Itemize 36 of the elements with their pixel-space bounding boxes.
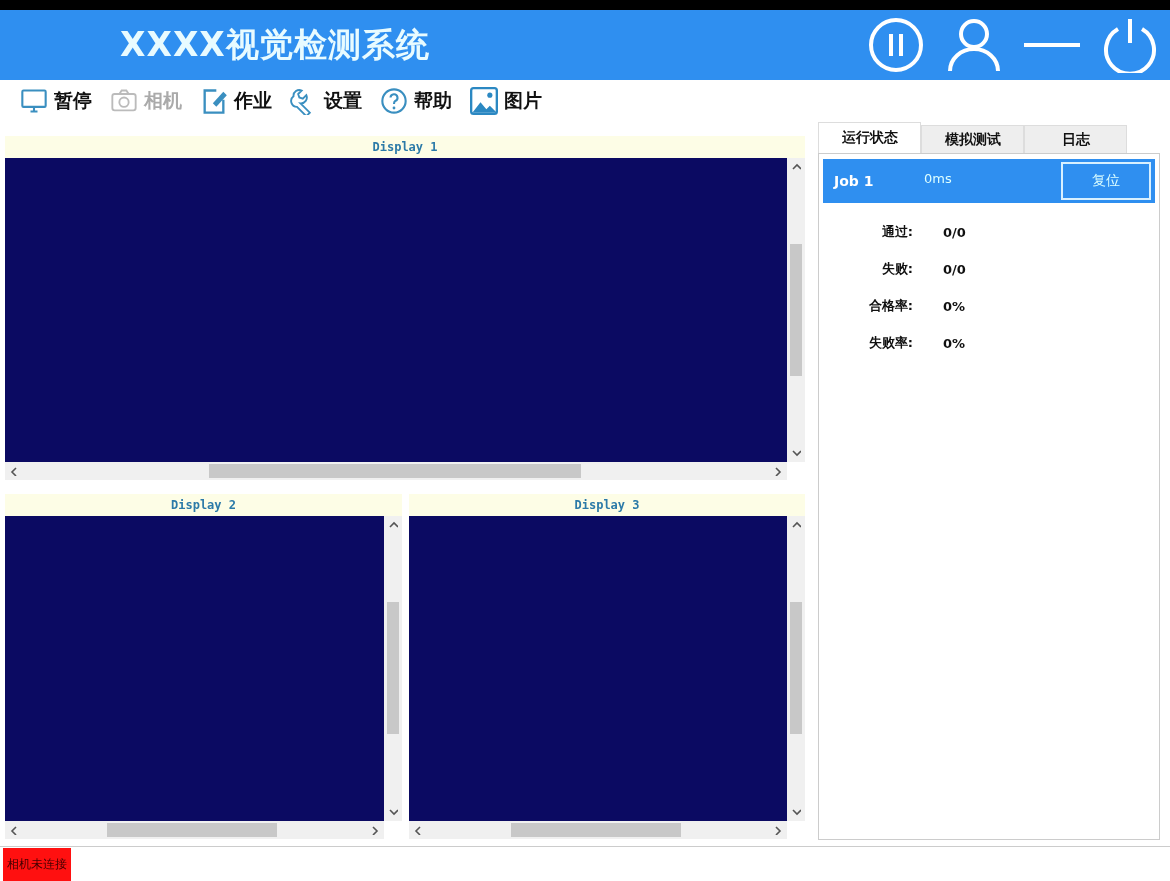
- display-title: Display 2: [5, 494, 402, 516]
- window-title: XXXX视觉检测系统: [120, 23, 431, 66]
- display-title: Display 3: [409, 494, 805, 516]
- stat-label: 通过:: [880, 223, 914, 241]
- horizontal-scrollbar[interactable]: [5, 462, 787, 480]
- toolbar-button[interactable]: 设置: [288, 84, 364, 118]
- horizontal-scrollbar[interactable]: [5, 821, 384, 839]
- stat-value: 0%: [943, 298, 967, 314]
- vertical-scrollbar[interactable]: [787, 516, 805, 821]
- minimize-icon[interactable]: [1024, 42, 1080, 48]
- stat-value: 0/0: [943, 224, 967, 240]
- pause-icon[interactable]: [868, 17, 924, 73]
- stat-label: 失败率:: [867, 334, 914, 352]
- stat-value: 0%: [943, 335, 967, 351]
- user-icon[interactable]: [946, 17, 1002, 73]
- camera-status: 相机未连接: [3, 847, 71, 881]
- stat-value: 0/0: [943, 261, 967, 277]
- stat-label: 失败:: [880, 260, 914, 278]
- power-icon[interactable]: [1102, 17, 1158, 73]
- vertical-scrollbar[interactable]: [787, 158, 805, 462]
- toolbar-button[interactable]: 图片: [468, 84, 544, 118]
- stat-label: 合格率:: [867, 297, 914, 315]
- tab[interactable]: 日志: [1024, 125, 1127, 153]
- job-name: Job 1: [834, 173, 875, 189]
- vertical-scrollbar[interactable]: [384, 516, 402, 821]
- tab[interactable]: 运行状态: [818, 122, 921, 153]
- tab[interactable]: 模拟测试: [921, 125, 1024, 153]
- toolbar-button[interactable]: 暂停: [18, 84, 94, 118]
- job-time: 0ms: [924, 170, 953, 186]
- horizontal-scrollbar[interactable]: [409, 821, 787, 839]
- toolbar-button[interactable]: 作业: [198, 84, 274, 118]
- toolbar-button[interactable]: 帮助: [378, 84, 454, 118]
- display-title: Display 1: [5, 136, 805, 158]
- image-icon: [470, 87, 498, 115]
- monitor-icon: [20, 87, 48, 115]
- help-icon: [380, 87, 408, 115]
